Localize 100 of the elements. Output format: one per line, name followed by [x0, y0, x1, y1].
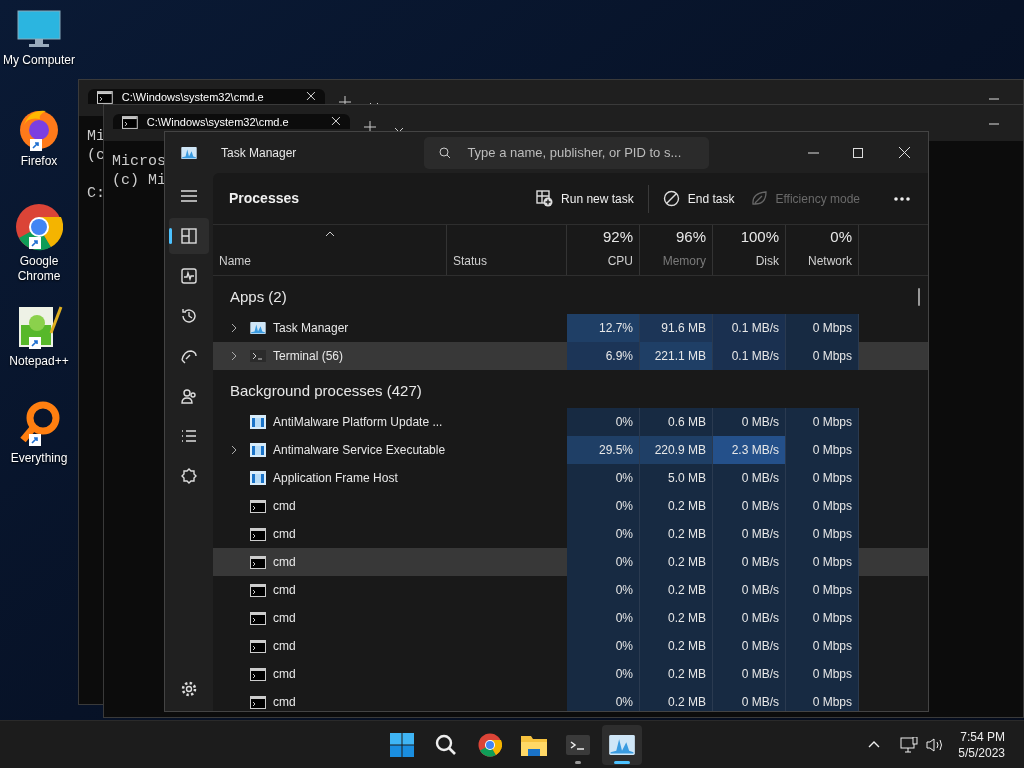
process-row[interactable]: cmd 0% 0.2 MB 0 MB/s 0 Mbps: [213, 520, 928, 548]
terminal-tab[interactable]: C:\Windows\system32\cmd.e: [113, 114, 350, 129]
usage-cell: 0 Mbps: [786, 492, 859, 520]
activity-chart-icon[interactable]: [609, 734, 635, 755]
group-header: Apps (2): [229, 286, 287, 307]
search-icon: [439, 146, 452, 159]
usage-cell: 12.7%: [567, 314, 640, 342]
toolbar-button[interactable]: Run new task: [528, 182, 642, 215]
process-row[interactable]: cmd 0% 0.2 MB 0 MB/s 0 Mbps: [213, 576, 928, 604]
usage-percent: 100%: [740, 226, 779, 247]
process-row[interactable]: cmd 0% 0.2 MB 0 MB/s 0 Mbps: [213, 548, 928, 576]
group-header: Background processes (427): [229, 380, 422, 401]
maximize-icon[interactable]: [853, 147, 863, 158]
console-line: (c: [87, 146, 105, 165]
usage-cell: 0%: [567, 576, 640, 604]
close-icon[interactable]: [306, 91, 316, 101]
column-header[interactable]: Name: [219, 252, 446, 270]
desktop-icon-label[interactable]: Notepad++: [1, 354, 77, 369]
grid-icon: [180, 227, 198, 245]
close-icon[interactable]: [331, 116, 341, 126]
search-icon[interactable]: [435, 733, 457, 756]
console-prompt: C:: [87, 184, 105, 203]
usage-cell: 0 Mbps: [786, 464, 859, 492]
usage-cell: 0.2 MB: [640, 632, 713, 660]
usage-cell: 0%: [567, 688, 640, 711]
process-name: Antimalware Service Executable: [273, 442, 446, 459]
speedometer-icon: [180, 347, 198, 365]
desktop-icon-label[interactable]: Firefox: [1, 154, 77, 169]
usage-cell: 6.9%: [567, 342, 640, 370]
usage-cell: 0 Mbps: [786, 436, 859, 464]
usage-cell: 0 MB/s: [713, 576, 786, 604]
usage-cell: 0.2 MB: [640, 548, 713, 576]
close-icon[interactable]: [899, 147, 910, 158]
chevron-right-icon[interactable]: [231, 445, 237, 455]
nav-item[interactable]: [169, 218, 209, 254]
page-title: Processes: [229, 189, 300, 208]
process-row[interactable]: cmd 0% 0.2 MB 0 MB/s 0 Mbps: [213, 604, 928, 632]
chrome-circle-icon[interactable]: [478, 732, 502, 757]
column-header[interactable]: CPU: [607, 252, 633, 270]
column-header[interactable]: Memory: [662, 252, 706, 270]
monitor-icon: [17, 10, 61, 50]
clock-date[interactable]: 5/5/2023: [958, 744, 1005, 761]
windows-logo-icon[interactable]: [390, 732, 414, 757]
chevron-right-icon[interactable]: [231, 351, 237, 361]
more-options-icon[interactable]: [894, 196, 910, 201]
activity-chart-icon: [250, 322, 266, 334]
search-field[interactable]: Type a name, publisher, or PID to s...: [424, 136, 710, 169]
network-monitor-icon[interactable]: [900, 736, 919, 753]
process-row[interactable]: Task Manager 12.7% 91.6 MB 0.1 MB/s 0 Mbps: [213, 314, 928, 342]
search-placeholder: Type a name, publisher, or PID to s...: [467, 143, 682, 162]
usage-percent: 92%: [602, 226, 633, 247]
process-name: cmd: [273, 666, 296, 683]
terminal-tab[interactable]: C:\Windows\system32\cmd.e: [88, 89, 325, 104]
column-header[interactable]: Status: [453, 252, 566, 270]
usage-cell: 0 Mbps: [786, 342, 859, 370]
usage-cell: 0 Mbps: [786, 688, 859, 711]
process-row[interactable]: Terminal (56) 6.9% 221.1 MB 0.1 MB/s 0 Mbps: [213, 342, 928, 370]
taskbar-app[interactable]: [602, 724, 642, 765]
usage-cell: 0 MB/s: [713, 604, 786, 632]
console-icon: [250, 611, 266, 625]
process-row[interactable]: cmd 0% 0.2 MB 0 MB/s 0 Mbps: [213, 492, 928, 520]
usage-cell: 0%: [567, 660, 640, 688]
desktop-icon-label[interactable]: My Computer: [1, 53, 77, 68]
usage-cell: 0.6 MB: [640, 408, 713, 436]
usage-cell: 0%: [567, 408, 640, 436]
process-row[interactable]: AntiMalware Platform Update ... 0% 0.6 MB 0 MB/s 0 Mbps: [213, 408, 928, 436]
process-row[interactable]: cmd 0% 0.2 MB 0 MB/s 0 Mbps: [213, 632, 928, 660]
toolbar-button[interactable]: End task: [654, 182, 743, 215]
process-row[interactable]: cmd 0% 0.2 MB 0 MB/s 0 Mbps: [213, 660, 928, 688]
settings-icon: [180, 680, 198, 698]
desktop-icon-label[interactable]: Everything: [1, 451, 77, 466]
chevron-up-icon[interactable]: [868, 741, 881, 748]
process-row[interactable]: Antimalware Service Executable 29.5% 220.9 MB 2.3 MB/s 0 Mbps: [213, 436, 928, 464]
column-header[interactable]: Disk: [755, 252, 779, 270]
console-icon: [250, 555, 266, 569]
prohibited-icon: [662, 190, 680, 207]
usage-cell: 0.2 MB: [640, 576, 713, 604]
clock-time[interactable]: 7:54 PM: [960, 728, 1005, 745]
chevron-right-icon[interactable]: [231, 323, 237, 333]
usage-cell: 0 MB/s: [713, 632, 786, 660]
window-title: Task Manager: [221, 144, 297, 162]
minimize-icon[interactable]: [808, 151, 819, 154]
usage-cell: 2.3 MB/s: [713, 436, 786, 464]
speaker-icon[interactable]: [926, 736, 945, 753]
usage-cell: 0%: [567, 632, 640, 660]
usage-cell: 0%: [567, 464, 640, 492]
desktop-icon-label[interactable]: Google Chrome: [1, 254, 77, 284]
process-row[interactable]: cmd 0% 0.2 MB 0 MB/s 0 Mbps: [213, 688, 928, 711]
process-row[interactable]: Application Frame Host 0% 5.0 MB 0 MB/s 0 Mbps: [213, 464, 928, 492]
scrollbar-thumb[interactable]: [918, 288, 920, 306]
console-icon[interactable]: [566, 734, 590, 755]
usage-cell: 0 Mbps: [786, 548, 859, 576]
column-header[interactable]: Network: [808, 252, 852, 270]
console-line: Micros: [112, 152, 166, 171]
app-window-icon: [250, 471, 266, 485]
process-name: cmd: [273, 526, 296, 543]
run-task-icon: [536, 190, 554, 207]
folder-icon[interactable]: [521, 733, 547, 756]
console-icon: [250, 583, 266, 597]
usage-cell: 0 MB/s: [713, 520, 786, 548]
